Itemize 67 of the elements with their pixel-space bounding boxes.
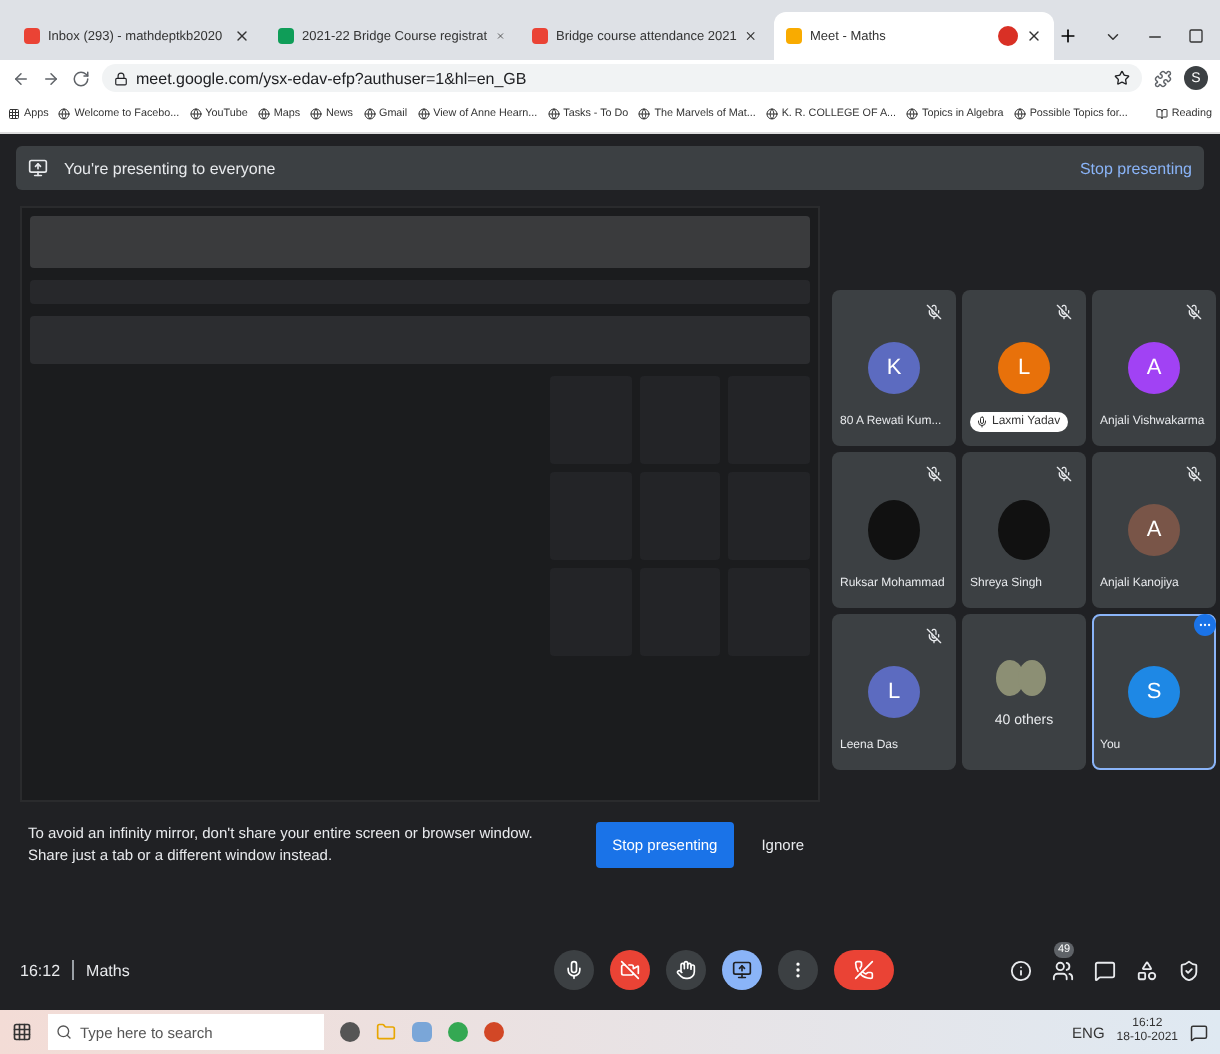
present-icon: [28, 158, 48, 178]
globe-icon: [765, 108, 778, 120]
address-bar[interactable]: meet.google.com/ysx-edav-efp?authuser=1&hl=en_GB: [102, 64, 1142, 92]
avatar-circle: L: [998, 342, 1050, 394]
avatar-circle: K: [868, 342, 920, 394]
new-tab-icon[interactable]: [1058, 26, 1078, 46]
globe-icon: [906, 108, 919, 120]
raise-hand-button[interactable]: [666, 950, 706, 990]
photo-placeholder: [868, 500, 920, 560]
avatar-circle: S: [1128, 666, 1180, 718]
tab-favicon-icon: [532, 28, 548, 44]
apps-grid-icon: [8, 108, 20, 120]
present-icon: [732, 960, 752, 980]
microphone-icon: [564, 960, 584, 980]
more-options-button[interactable]: [778, 950, 818, 990]
raise-hand-icon: [676, 960, 696, 980]
globe-icon: [58, 108, 71, 120]
globe-icon: [363, 108, 375, 120]
globe-icon: [547, 108, 560, 120]
people-icon[interactable]: [1052, 959, 1074, 981]
meeting-time: 16:12: [20, 961, 61, 979]
search-icon: [56, 1024, 72, 1040]
back-icon[interactable]: [12, 69, 30, 87]
present-button[interactable]: [722, 950, 762, 990]
avatar-group-icon: [1002, 660, 1046, 696]
forward-icon[interactable]: [42, 69, 60, 87]
globe-icon: [417, 108, 430, 120]
close-icon[interactable]: [1026, 28, 1042, 44]
bookmark-star-icon[interactable]: [1114, 70, 1130, 86]
globe-icon: [1013, 108, 1026, 120]
microphone-button[interactable]: [554, 950, 594, 990]
globe-icon: [189, 108, 202, 120]
tab-favicon-icon: [24, 28, 40, 44]
notifications-icon[interactable]: [1190, 1023, 1208, 1041]
maximize-icon[interactable]: [1188, 28, 1204, 44]
microphone-icon: [976, 416, 988, 428]
presentation-app-icon[interactable]: [484, 1022, 504, 1042]
activities-icon[interactable]: [1136, 959, 1158, 981]
extensions-icon[interactable]: [1154, 69, 1172, 87]
lock-icon: [114, 71, 128, 85]
camera-icon: [620, 960, 640, 980]
task-view-icon[interactable]: [340, 1022, 360, 1042]
globe-icon: [638, 108, 651, 120]
avatar-circle: A: [1128, 342, 1180, 394]
photo-placeholder: [998, 500, 1050, 560]
camera-button[interactable]: [610, 950, 650, 990]
globe-icon: [257, 108, 270, 120]
close-icon[interactable]: [744, 28, 758, 44]
info-icon[interactable]: [1010, 959, 1032, 981]
globe-icon: [310, 108, 323, 120]
tab-favicon-icon: [786, 28, 802, 44]
chat-icon[interactable]: [1094, 959, 1116, 981]
avatar-circle: L: [868, 666, 920, 718]
leave-call-icon: [854, 960, 874, 980]
reload-icon[interactable]: [72, 69, 90, 87]
avatar-circle: A: [1128, 504, 1180, 556]
close-icon[interactable]: [234, 28, 250, 44]
meeting-name: Maths: [86, 961, 130, 979]
shield-icon[interactable]: [1178, 959, 1200, 981]
windows-start-icon[interactable]: [12, 1022, 32, 1042]
banner-text: You're presenting to everyone: [64, 159, 276, 177]
book-icon: [1155, 108, 1168, 120]
more-options-icon[interactable]: [1194, 614, 1216, 636]
leave-call-button[interactable]: [834, 950, 894, 990]
tab-search-icon[interactable]: [1104, 28, 1122, 46]
tab-favicon-icon: [278, 28, 294, 44]
stop-presenting-link[interactable]: Stop presenting: [1079, 159, 1192, 177]
